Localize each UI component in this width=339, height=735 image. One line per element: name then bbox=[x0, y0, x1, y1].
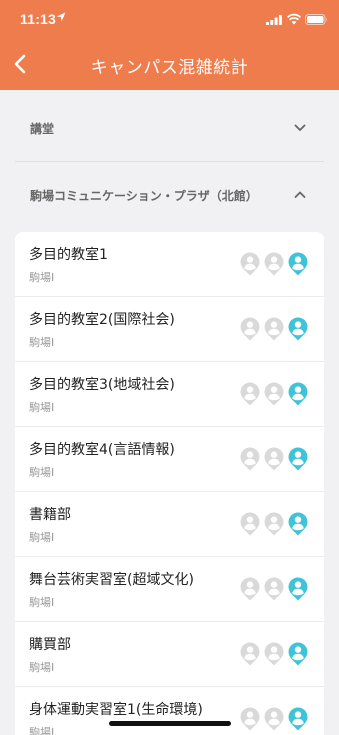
person-icon bbox=[240, 447, 260, 471]
crowd-level-indicator bbox=[240, 317, 308, 341]
room-name: 多目的教室3(地域社会) bbox=[29, 377, 175, 393]
room-campus: 駒場I bbox=[29, 466, 55, 479]
person-icon bbox=[240, 707, 260, 731]
crowd-level-indicator bbox=[240, 382, 308, 406]
person-icon bbox=[264, 382, 284, 406]
section-label: 講堂 bbox=[30, 122, 55, 136]
person-icon bbox=[264, 252, 284, 276]
person-icon bbox=[288, 577, 308, 601]
person-icon bbox=[288, 512, 308, 536]
room-row[interactable]: 書籍部駒場I bbox=[15, 492, 324, 557]
room-campus: 駒場I bbox=[29, 401, 55, 414]
status-time: 11:13 bbox=[20, 11, 57, 27]
room-list: 多目的教室1 駒場I 多目的教室2(国際社会) 駒場I 多目的教室3(地域社会) 駒場I 多… bbox=[15, 232, 324, 735]
chevron-up-icon bbox=[294, 191, 306, 198]
room-campus: 駒場I bbox=[29, 271, 55, 284]
section-komaba-plaza[interactable]: 駒場コミュニケーション・プラザ（北館） bbox=[15, 161, 324, 231]
person-icon bbox=[240, 577, 260, 601]
chevron-down-icon bbox=[294, 124, 306, 131]
room-name: 多目的教室1 bbox=[29, 247, 108, 263]
person-icon bbox=[240, 642, 260, 666]
room-row[interactable]: 購買部駒場I bbox=[15, 622, 324, 687]
person-icon bbox=[288, 447, 308, 471]
room-row[interactable]: 身体運動実習室1(生命環境) 駒場I bbox=[15, 687, 324, 735]
location-arrow-icon bbox=[56, 12, 66, 22]
room-row[interactable]: 多目的教室4(言語情報) 駒場I bbox=[15, 427, 324, 492]
home-indicator[interactable] bbox=[109, 721, 231, 726]
back-arrow-icon[interactable] bbox=[10, 52, 32, 76]
person-icon bbox=[240, 382, 260, 406]
person-icon bbox=[288, 382, 308, 406]
person-icon bbox=[264, 577, 284, 601]
section-label: 駒場コミュニケーション・プラザ（北館） bbox=[30, 189, 258, 203]
person-icon bbox=[240, 252, 260, 276]
person-icon bbox=[288, 252, 308, 276]
person-icon bbox=[264, 447, 284, 471]
section-lecture-hall[interactable]: 講堂 bbox=[15, 94, 324, 164]
room-campus: 駒場I bbox=[29, 596, 55, 609]
room-row[interactable]: 舞台芸術実習室(超域文化) 駒場I bbox=[15, 557, 324, 622]
room-campus: 駒場I bbox=[29, 726, 55, 735]
room-row[interactable]: 多目的教室1 駒場I bbox=[15, 232, 324, 297]
person-icon bbox=[240, 317, 260, 341]
cellular-signal-icon bbox=[266, 15, 282, 25]
person-icon bbox=[264, 512, 284, 536]
page-title: キャンパス混雑統計 bbox=[90, 58, 249, 78]
person-icon bbox=[264, 642, 284, 666]
app-header: 11:13 キャンパス混雑統計 bbox=[0, 0, 339, 90]
room-name: 多目的教室2(国際社会) bbox=[29, 312, 175, 328]
room-name: 多目的教室4(言語情報) bbox=[29, 442, 175, 458]
wifi-icon bbox=[287, 13, 301, 25]
person-icon bbox=[288, 317, 308, 341]
room-name: 身体運動実習室1(生命環境) bbox=[29, 702, 203, 718]
person-icon bbox=[288, 642, 308, 666]
room-name: 購買部 bbox=[29, 637, 71, 653]
person-icon bbox=[264, 317, 284, 341]
room-name: 舞台芸術実習室(超域文化) bbox=[29, 572, 194, 588]
crowd-level-indicator bbox=[240, 252, 308, 276]
battery-icon bbox=[305, 14, 327, 25]
room-campus: 駒場I bbox=[29, 531, 55, 544]
crowd-level-indicator bbox=[240, 642, 308, 666]
room-row[interactable]: 多目的教室3(地域社会) 駒場I bbox=[15, 362, 324, 427]
crowd-level-indicator bbox=[240, 707, 308, 731]
person-icon bbox=[264, 707, 284, 731]
room-row[interactable]: 多目的教室2(国際社会) 駒場I bbox=[15, 297, 324, 362]
person-icon bbox=[288, 707, 308, 731]
room-campus: 駒場I bbox=[29, 336, 55, 349]
status-bar: 11:13 bbox=[0, 0, 339, 38]
room-name: 書籍部 bbox=[29, 507, 71, 523]
crowd-level-indicator bbox=[240, 447, 308, 471]
person-icon bbox=[240, 512, 260, 536]
crowd-level-indicator bbox=[240, 577, 308, 601]
room-campus: 駒場I bbox=[29, 661, 55, 674]
crowd-level-indicator bbox=[240, 512, 308, 536]
